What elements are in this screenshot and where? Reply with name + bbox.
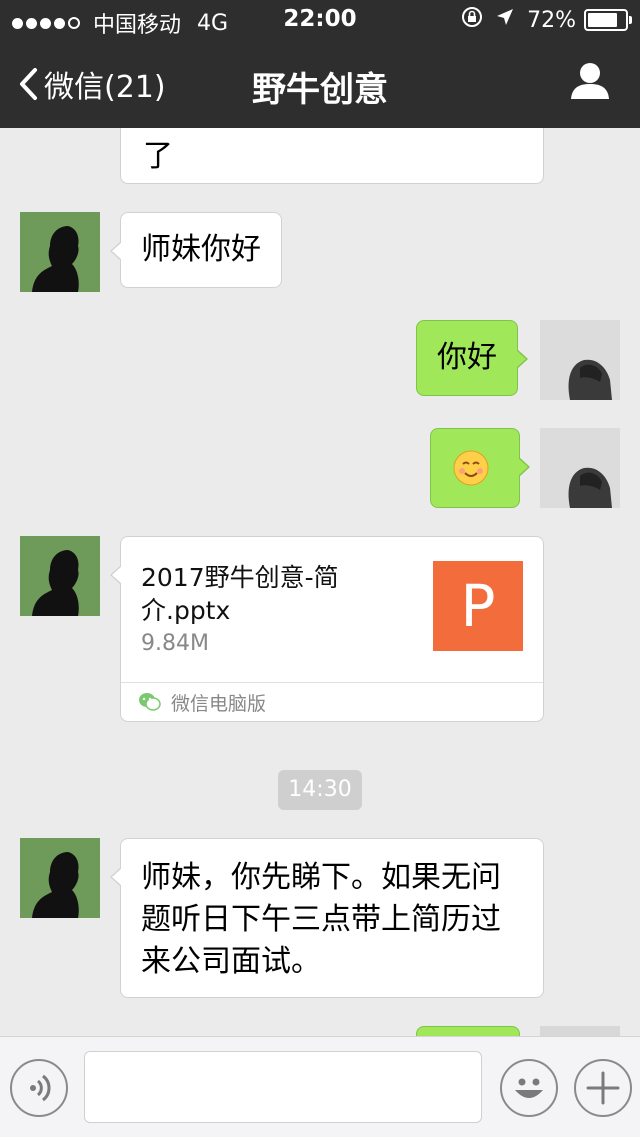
- message-bubble[interactable]: 师妹，你先睇下。如果无问题听日下午三点带上简历过来公司面试。: [110, 838, 544, 998]
- my-avatar[interactable]: [540, 320, 620, 400]
- nav-bar: 微信(21) 野牛创意: [0, 40, 640, 128]
- message-text: 你好: [437, 340, 497, 375]
- emoji-button[interactable]: [500, 1059, 558, 1117]
- message-bubble[interactable]: 你好: [416, 320, 528, 396]
- message-input[interactable]: [84, 1051, 482, 1123]
- contact-avatar[interactable]: [20, 838, 100, 918]
- smile-emoji-icon: [453, 450, 489, 486]
- message-bubble[interactable]: 了: [120, 128, 544, 184]
- file-message-card[interactable]: 2017野牛创意-简介.pptx 9.84M P 微信电脑版: [110, 536, 544, 722]
- input-bar: [0, 1036, 640, 1137]
- status-bar: 中国移动 4G 22:00 72%: [0, 0, 640, 40]
- time-separator: 14:30: [278, 770, 362, 810]
- location-arrow-icon: [495, 7, 515, 33]
- emoji-icon: [515, 1078, 543, 1098]
- message-text: 师妹你好: [141, 232, 261, 267]
- message-bubble[interactable]: [416, 1026, 520, 1036]
- file-source-label: 微信电脑版: [171, 693, 267, 715]
- rotation-lock-icon: [461, 6, 483, 34]
- more-button[interactable]: [574, 1059, 632, 1117]
- battery-icon: [584, 9, 632, 31]
- my-avatar[interactable]: [540, 1026, 620, 1036]
- file-size: 9.84M: [141, 631, 209, 656]
- chat-info-button[interactable]: [570, 62, 610, 104]
- emoji-message-bubble[interactable]: [430, 428, 530, 508]
- message-list[interactable]: 了 师妹你好 你好 2017野牛创意-简介.pptx 9.84M P 微信电脑版…: [0, 128, 640, 1036]
- file-source: 微信电脑版: [121, 682, 543, 721]
- voice-button[interactable]: [10, 1059, 68, 1117]
- person-icon: [571, 63, 609, 99]
- top-bar: 中国移动 4G 22:00 72% 微信(21) 野牛创意: [0, 0, 640, 128]
- chat-title: 野牛创意: [252, 70, 388, 110]
- message-bubble[interactable]: 师妹你好: [110, 212, 282, 288]
- my-avatar[interactable]: [540, 428, 620, 508]
- file-name: 2017野牛创意-简介.pptx: [141, 563, 339, 625]
- wechat-icon: [139, 693, 161, 711]
- plus-icon: [586, 1071, 620, 1105]
- contact-avatar[interactable]: [20, 536, 100, 616]
- message-text: 了: [143, 139, 173, 174]
- voice-icon: [30, 1074, 51, 1102]
- ppt-file-icon: P: [433, 561, 523, 651]
- contact-avatar[interactable]: [20, 212, 100, 292]
- battery-percent: 72%: [527, 7, 576, 33]
- message-text: 师妹，你先睇下。如果无问题听日下午三点带上简历过来公司面试。: [141, 860, 501, 979]
